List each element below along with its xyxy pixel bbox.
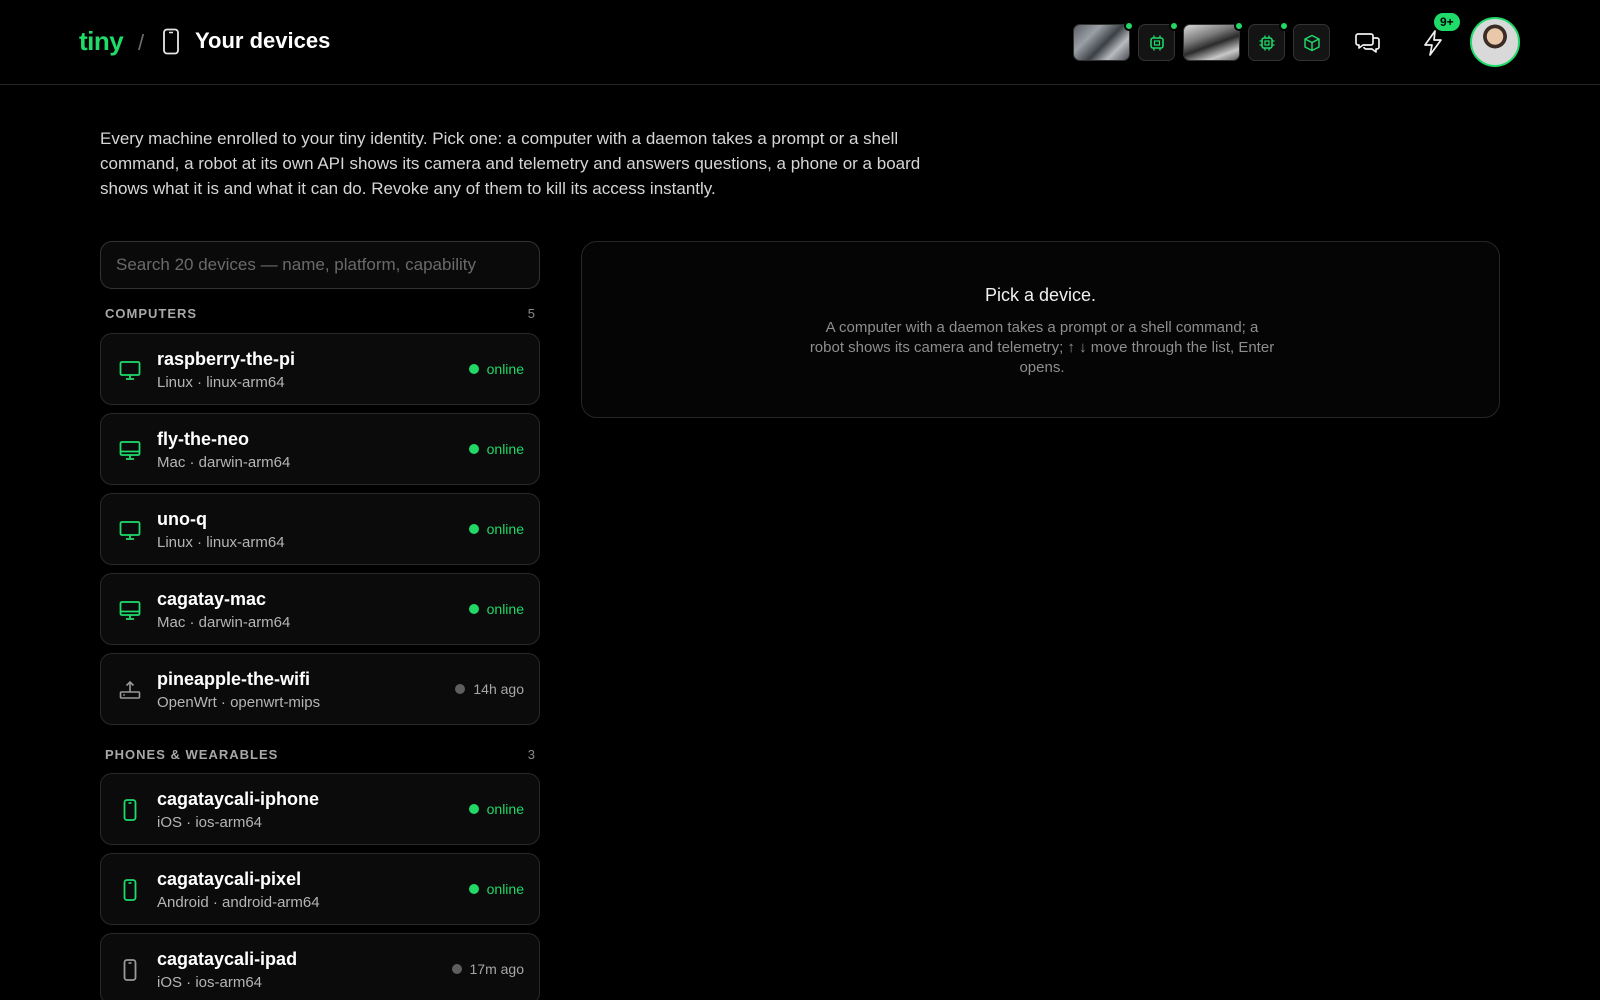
device-platform: iOS · ios-arm64 <box>157 814 263 831</box>
group-label: COMPUTERS <box>105 306 198 321</box>
status-badge: 14h ago <box>455 681 524 697</box>
bolt-icon <box>1424 30 1442 56</box>
status-badge: online <box>468 881 524 897</box>
monitor-icon <box>119 361 141 380</box>
device-name: uno-q <box>157 509 207 529</box>
phone-icon <box>163 28 179 55</box>
intro-text: Every machine enrolled to your tiny iden… <box>100 129 921 198</box>
chat-button[interactable] <box>1349 24 1387 62</box>
processor-device-thumbnail[interactable] <box>1248 21 1289 61</box>
cube-icon <box>1303 34 1320 51</box>
status-badge: online <box>468 361 524 377</box>
group-header-phones: PHONES & WEARABLES 3 <box>105 747 535 762</box>
device-row[interactable]: uno-q Linux · linux-arm64 online <box>100 493 540 565</box>
device-platform: Linux · linux-arm64 <box>157 534 285 551</box>
router-icon <box>119 680 141 699</box>
device-name: cagatay-mac <box>157 589 267 609</box>
status-badge: online <box>468 521 524 537</box>
device-name: raspberry-the-pi <box>157 349 296 369</box>
search-input[interactable] <box>100 241 540 289</box>
breadcrumb-separator: / <box>138 30 145 55</box>
status-text: online <box>486 441 524 457</box>
device-name: cagataycali-iphone <box>157 789 320 809</box>
page-title: Your devices <box>195 28 331 53</box>
group-label: PHONES & WEARABLES <box>105 747 279 762</box>
status-text: online <box>486 601 524 617</box>
status-dot <box>468 804 479 814</box>
group-count: 3 <box>527 747 535 762</box>
camera-feed-thumbnail[interactable] <box>1073 21 1134 61</box>
device-name: cagataycali-pixel <box>157 869 302 889</box>
chip-device-thumbnail[interactable] <box>1138 21 1179 61</box>
monitor-icon <box>119 521 141 540</box>
status-badge: online <box>468 601 524 617</box>
device-detail-panel: Pick a device. A computer with a daemon … <box>581 241 1500 418</box>
status-text: online <box>486 361 524 377</box>
device-row[interactable]: cagataycali-iphone iOS · ios-arm64 onlin… <box>100 773 540 845</box>
notification-badge: 9+ <box>1434 13 1460 31</box>
online-indicator <box>1234 21 1244 31</box>
phone-icon <box>123 959 137 981</box>
online-indicator <box>1169 21 1179 31</box>
device-row[interactable]: cagatay-mac Mac · darwin-arm64 online <box>100 573 540 645</box>
status-dot <box>468 444 479 454</box>
online-indicator <box>1124 21 1134 31</box>
phone-icon <box>123 879 137 901</box>
online-indicator <box>1279 21 1289 31</box>
device-name: pineapple-the-wifi <box>157 669 310 689</box>
device-platform: Mac · darwin-arm64 <box>157 614 291 631</box>
panel-title: Pick a device. <box>984 285 1097 305</box>
device-platform: Linux · linux-arm64 <box>157 374 285 391</box>
device-row[interactable]: cagataycali-ipad iOS · ios-arm64 17m ago <box>100 933 540 1000</box>
status-text: 14h ago <box>473 681 524 697</box>
device-row[interactable]: cagataycali-pixel Android · android-arm6… <box>100 853 540 925</box>
device-row[interactable]: pineapple-the-wifi OpenWrt · openwrt-mip… <box>100 653 540 725</box>
monitor-icon <box>119 601 141 620</box>
status-text: online <box>486 881 524 897</box>
device-name: cagataycali-ipad <box>157 949 298 969</box>
device-platform: OpenWrt · openwrt-mips <box>157 694 321 711</box>
chip-icon <box>1149 35 1164 50</box>
monitor-icon <box>119 441 141 460</box>
device-platform: Android · android-arm64 <box>157 894 320 911</box>
status-badge: online <box>468 801 524 817</box>
status-dot <box>468 364 479 374</box>
device-name: fly-the-neo <box>157 429 249 449</box>
phone-icon <box>123 799 137 821</box>
status-dot <box>468 524 479 534</box>
avatar[interactable] <box>1470 17 1520 67</box>
status-text: online <box>486 521 524 537</box>
logo[interactable]: tiny <box>79 26 124 57</box>
chat-icon <box>1355 33 1380 53</box>
cube-device-thumbnail[interactable] <box>1293 24 1330 61</box>
panel-hint: A computer with a daemon takes a prompt … <box>809 319 1275 376</box>
status-badge: 17m ago <box>451 961 524 977</box>
device-platform: Mac · darwin-arm64 <box>157 454 291 471</box>
device-platform: iOS · ios-arm64 <box>157 974 263 991</box>
status-dot <box>451 964 462 974</box>
status-badge: online <box>468 441 524 457</box>
status-dot <box>468 884 479 894</box>
camera-feed-thumbnail[interactable] <box>1183 21 1244 61</box>
group-count: 5 <box>527 306 535 321</box>
status-dot <box>468 604 479 614</box>
top-bar: tiny / Your devices 9+ <box>0 0 1600 85</box>
processor-icon <box>1259 35 1274 50</box>
device-row[interactable]: raspberry-the-pi Linux · linux-arm64 onl… <box>100 333 540 405</box>
status-dot <box>455 684 466 694</box>
status-text: 17m ago <box>469 961 524 977</box>
status-text: online <box>486 801 524 817</box>
group-header-computers: COMPUTERS 5 <box>105 306 535 321</box>
device-row[interactable]: fly-the-neo Mac · darwin-arm64 online <box>100 413 540 485</box>
